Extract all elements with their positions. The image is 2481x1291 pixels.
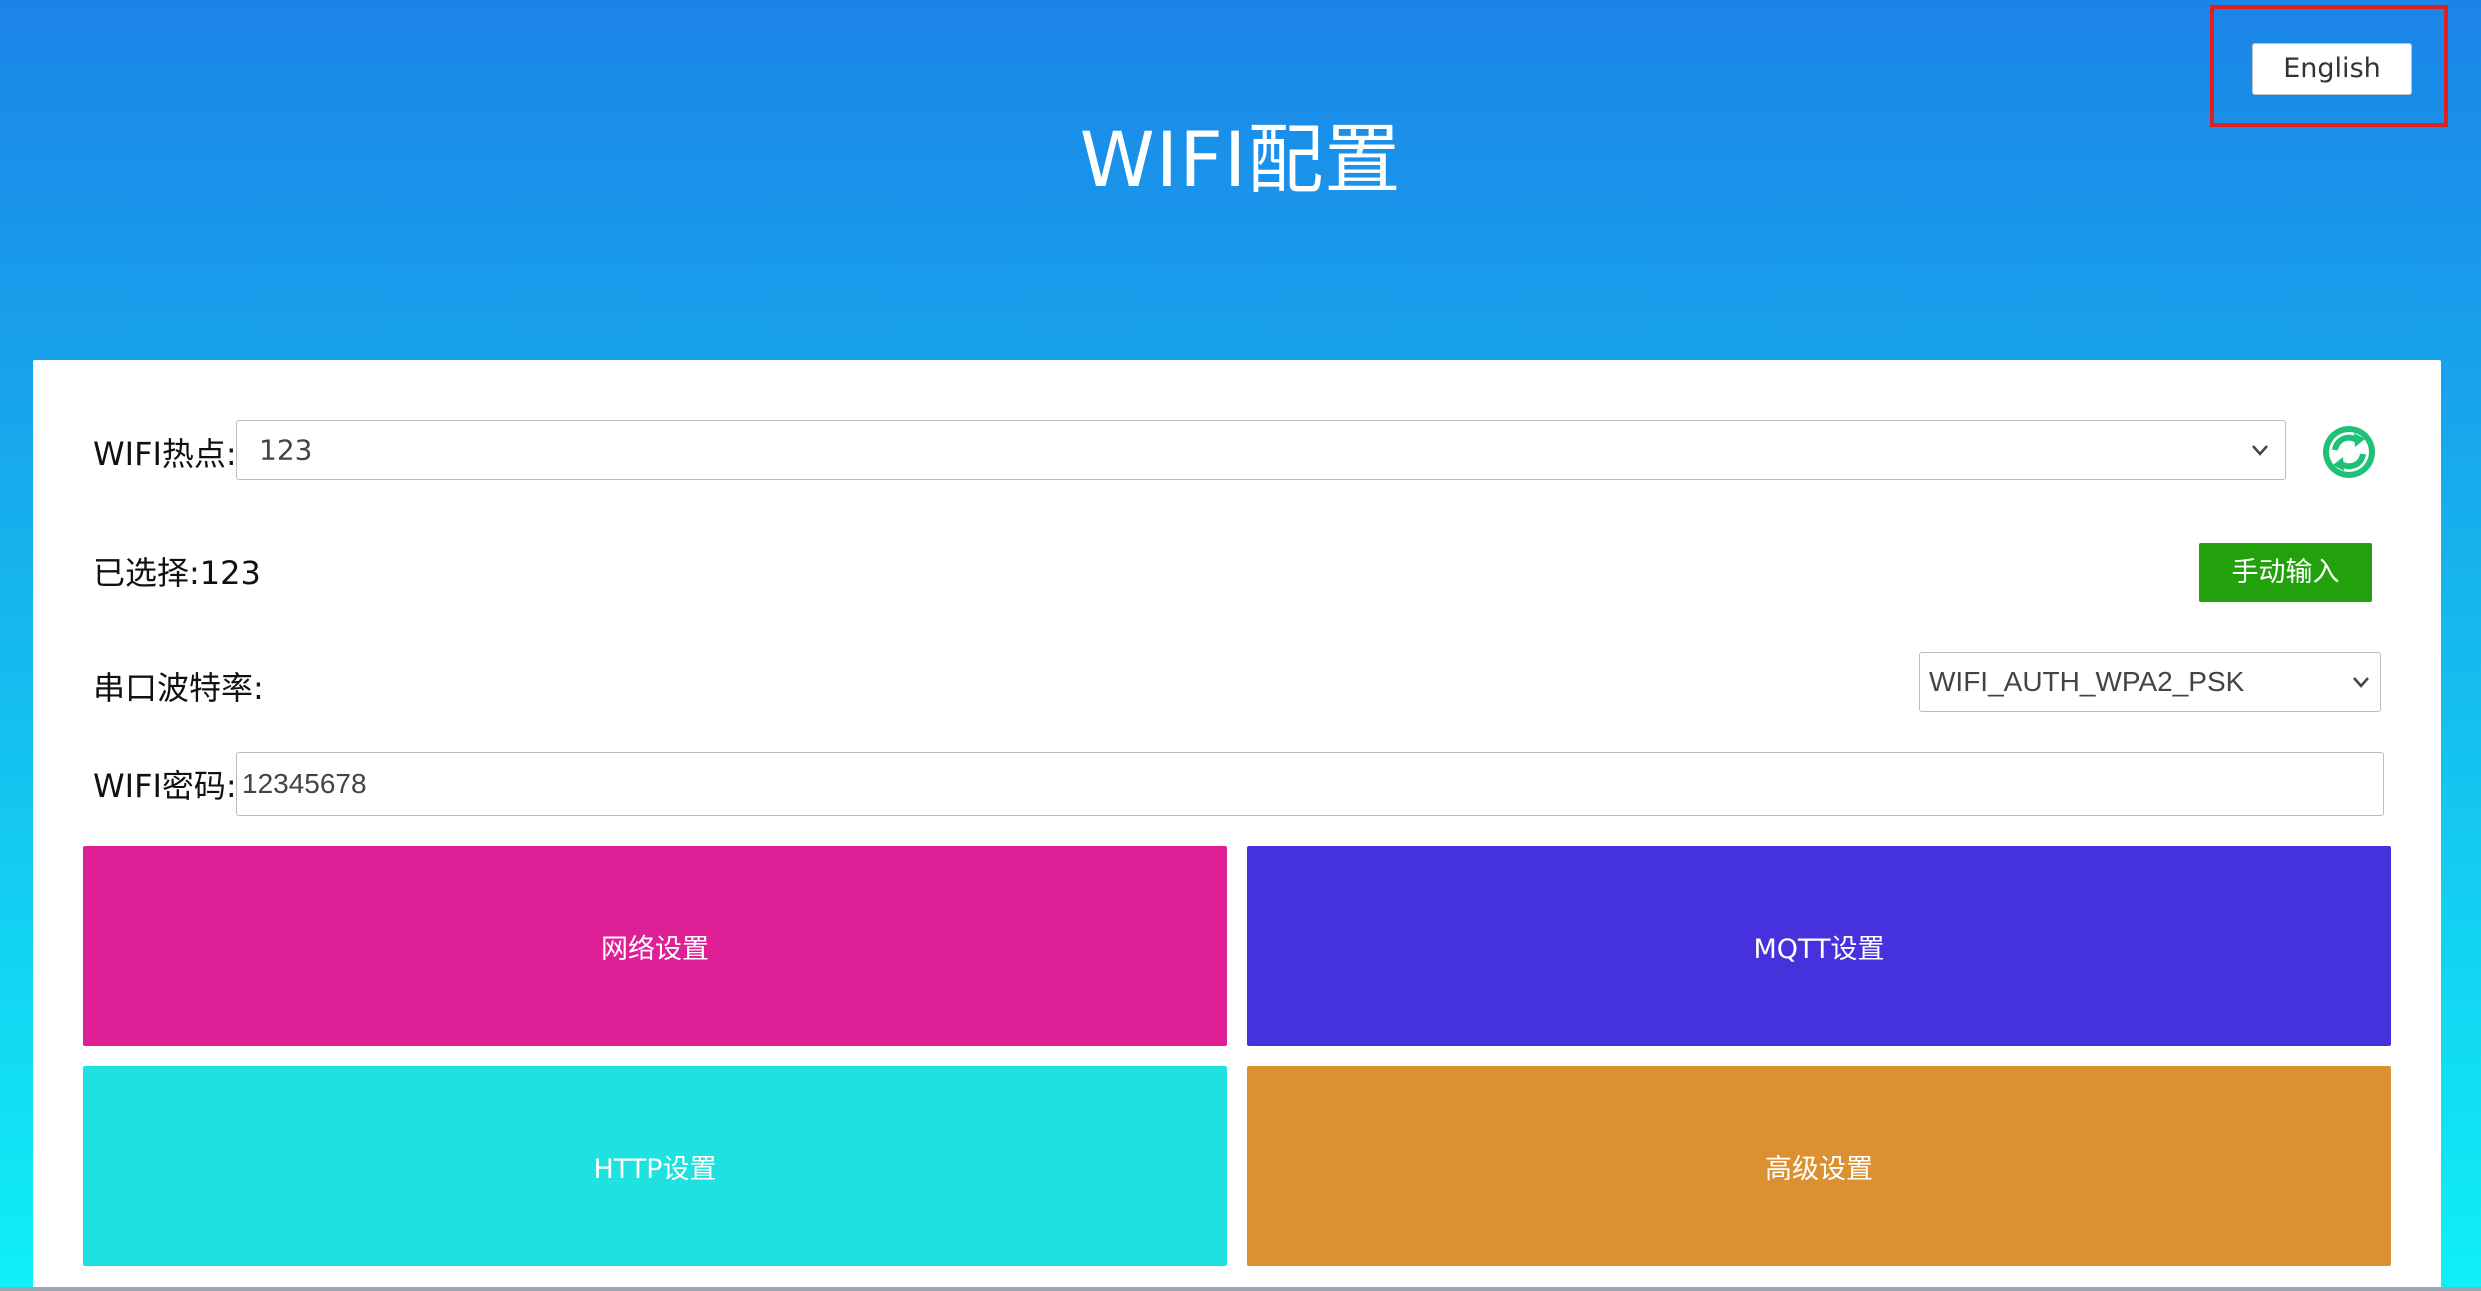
selected-wifi-text: 已选择:123 [93,554,261,592]
wifi-hotspot-select[interactable]: 123 [236,420,2286,480]
baud-rate-label: 串口波特率: [93,669,264,707]
wifi-hotspot-value: 123 [259,433,313,467]
chevron-down-icon [2252,445,2268,456]
auth-mode-value: WIFI_AUTH_WPA2_PSK [1929,666,2245,697]
wifi-password-input[interactable] [236,752,2384,816]
language-button[interactable]: English [2252,43,2412,95]
http-settings-button[interactable]: HTTP设置 [83,1066,1227,1266]
wifi-hotspot-label: WIFI热点: [93,435,237,473]
advanced-settings-button[interactable]: 高级设置 [1247,1066,2391,1266]
bottom-divider [0,1287,2481,1291]
network-settings-button[interactable]: 网络设置 [83,846,1227,1046]
mqtt-settings-button[interactable]: MQTT设置 [1247,846,2391,1046]
refresh-icon[interactable] [2321,424,2377,480]
page-title: WIFI配置 [1079,115,1402,204]
chevron-down-icon [2353,677,2369,688]
manual-input-button[interactable]: 手动输入 [2199,543,2372,602]
auth-mode-select[interactable]: WIFI_AUTH_WPA2_PSK [1919,652,2381,712]
wifi-password-label: WIFI密码: [93,767,237,805]
